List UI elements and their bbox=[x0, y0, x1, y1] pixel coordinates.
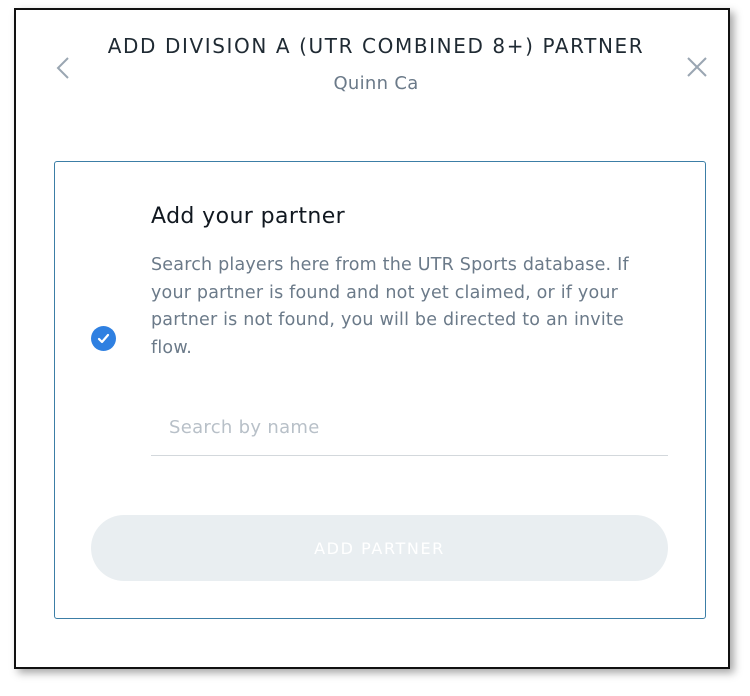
card-heading: Add your partner bbox=[151, 204, 346, 229]
checkmark-icon bbox=[97, 333, 110, 344]
chevron-left-icon bbox=[56, 57, 69, 79]
back-button[interactable] bbox=[54, 54, 76, 84]
modal-subtitle: Quinn Ca bbox=[333, 73, 419, 94]
modal-title: ADD DIVISION A (UTR COMBINED 8+) PARTNER bbox=[107, 34, 645, 58]
add-partner-button[interactable]: ADD PARTNER bbox=[91, 515, 668, 581]
add-partner-card: Add your partner Search players here fro… bbox=[54, 161, 706, 619]
check-circle-icon[interactable] bbox=[91, 326, 116, 351]
card-description: Search players here from the UTR Sports … bbox=[151, 255, 629, 358]
close-icon bbox=[687, 57, 707, 77]
search-input[interactable] bbox=[151, 400, 668, 456]
modal-dialog: ADD DIVISION A (UTR COMBINED 8+) PARTNER… bbox=[14, 8, 730, 669]
close-button[interactable] bbox=[684, 54, 710, 80]
